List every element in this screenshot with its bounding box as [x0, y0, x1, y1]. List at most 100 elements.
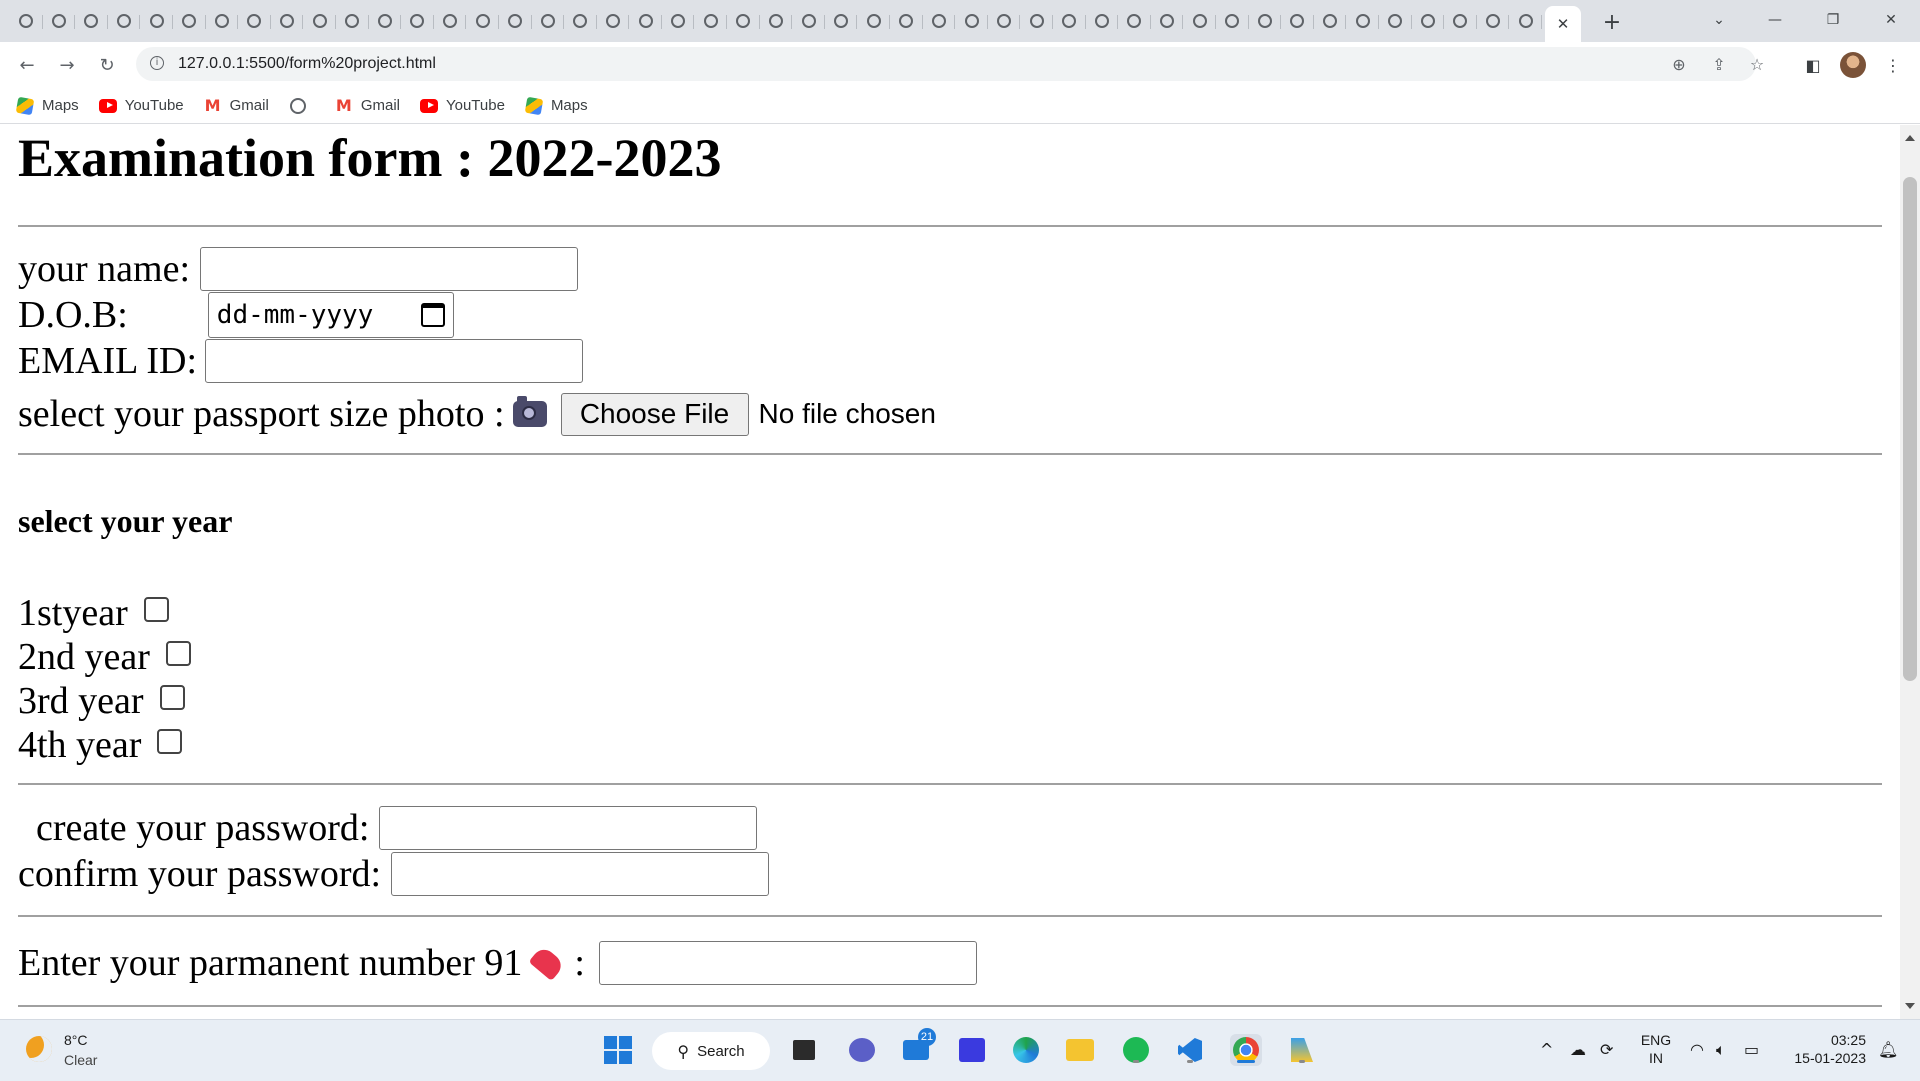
scroll-up-icon[interactable] [1905, 135, 1915, 141]
browser-tab[interactable] [1281, 7, 1314, 35]
year-checkbox-2[interactable] [165, 640, 191, 666]
chrome-button[interactable] [1230, 1034, 1262, 1066]
browser-tab[interactable] [401, 7, 434, 35]
site-info-icon[interactable]: i [150, 56, 164, 70]
volume-icon[interactable]: 🔈︎ [1716, 1040, 1726, 1060]
onedrive-cloud-icon[interactable]: ☁ [1570, 1040, 1586, 1059]
browser-tab[interactable] [434, 7, 467, 35]
browser-tab[interactable] [955, 7, 988, 35]
weather-moon-icon[interactable] [26, 1036, 52, 1062]
browser-tab[interactable] [760, 7, 793, 35]
browser-tab[interactable] [140, 7, 173, 35]
browser-tab[interactable] [532, 7, 565, 35]
side-panel-icon[interactable]: ◧ [1800, 52, 1826, 78]
url-text[interactable]: 127.0.0.1:5500/form%20project.html [178, 55, 436, 73]
browser-tab[interactable] [271, 7, 304, 35]
browser-tab[interactable] [369, 7, 402, 35]
edge-button[interactable] [1010, 1034, 1042, 1066]
year-checkbox-4[interactable] [157, 728, 183, 754]
browser-tab[interactable] [1053, 7, 1086, 35]
browser-tab[interactable] [857, 7, 890, 35]
browser-tab[interactable] [825, 7, 858, 35]
share-icon[interactable]: ⇪ [1708, 53, 1730, 75]
wifi-icon[interactable]: ◠ [1690, 1040, 1704, 1059]
browser-tab[interactable] [1477, 7, 1510, 35]
app-button[interactable] [956, 1034, 988, 1066]
phone-input[interactable] [598, 941, 977, 985]
confirm-password-input[interactable] [391, 852, 770, 896]
clock[interactable]: 03:25 15-01-2023 [1790, 1032, 1866, 1066]
browser-tab[interactable] [336, 7, 369, 35]
choose-file-button[interactable]: Choose File [560, 392, 749, 436]
spotify-button[interactable] [1120, 1034, 1152, 1066]
start-button[interactable] [602, 1034, 634, 1066]
browser-tab[interactable] [988, 7, 1021, 35]
browser-tab[interactable] [10, 7, 43, 35]
menu-kebab-icon[interactable]: ⋮ [1880, 52, 1906, 78]
bookmark-item[interactable]: M Gmail [204, 96, 269, 115]
reload-button[interactable]: ↻ [92, 50, 122, 80]
browser-tab[interactable] [629, 7, 662, 35]
create-password-input[interactable] [379, 806, 758, 850]
sync-icon[interactable]: ⟳ [1600, 1040, 1613, 1059]
bookmark-star-icon[interactable]: ☆ [1746, 53, 1768, 75]
browser-tab[interactable] [1444, 7, 1477, 35]
app-button-2[interactable] [1286, 1034, 1318, 1066]
year-checkbox-3[interactable] [159, 684, 185, 710]
restore-button[interactable]: ❐ [1810, 6, 1856, 34]
browser-tab[interactable] [792, 7, 825, 35]
browser-tab[interactable] [303, 7, 336, 35]
year-checkbox-1[interactable] [143, 596, 169, 622]
browser-tab[interactable] [43, 7, 76, 35]
scrollbar-thumb[interactable] [1903, 177, 1917, 681]
scroll-down-icon[interactable] [1905, 1003, 1915, 1009]
notifications-icon[interactable]: 🔔︎ [1878, 1040, 1898, 1059]
browser-tab[interactable] [564, 7, 597, 35]
browser-tab[interactable] [662, 7, 695, 35]
file-explorer-button[interactable] [1064, 1034, 1096, 1066]
bookmark-item[interactable] [289, 97, 315, 115]
browser-tab[interactable] [694, 7, 727, 35]
browser-tab[interactable] [1151, 7, 1184, 35]
forward-button[interactable]: → [52, 50, 82, 80]
browser-tab[interactable] [597, 7, 630, 35]
browser-tab[interactable] [923, 7, 956, 35]
calendar-icon[interactable] [420, 303, 445, 327]
close-window-button[interactable]: ✕ [1868, 6, 1914, 34]
new-tab-button[interactable]: + [1598, 8, 1626, 36]
back-button[interactable]: ← [12, 50, 42, 80]
browser-tab[interactable] [890, 7, 923, 35]
tab-search-button[interactable]: ⌄ [1696, 6, 1742, 34]
show-hidden-icons-chevron-icon[interactable]: ^ [1540, 1040, 1553, 1059]
browser-tab[interactable] [75, 7, 108, 35]
profile-avatar[interactable] [1840, 52, 1866, 78]
teams-chat-button[interactable] [846, 1034, 878, 1066]
browser-tab[interactable] [1412, 7, 1445, 35]
browser-tab[interactable] [1249, 7, 1282, 35]
dob-date-input[interactable]: dd-mm-yyyy [207, 292, 454, 338]
battery-icon[interactable]: ▭ [1744, 1040, 1759, 1059]
browser-tab[interactable] [1086, 7, 1119, 35]
task-view-button[interactable] [788, 1034, 820, 1066]
page-scrollbar[interactable] [1900, 125, 1920, 1019]
email-input[interactable] [205, 339, 584, 383]
browser-tab[interactable] [466, 7, 499, 35]
browser-tab[interactable] [173, 7, 206, 35]
browser-tab[interactable] [206, 7, 239, 35]
address-bar[interactable]: i 127.0.0.1:5500/form%20project.html ⊕ ⇪… [136, 47, 1764, 81]
browser-tab[interactable] [727, 7, 760, 35]
language-indicator[interactable]: ENG IN [1640, 1032, 1672, 1066]
vscode-button[interactable] [1174, 1034, 1206, 1066]
browser-tab[interactable] [238, 7, 271, 35]
mail-button[interactable]: 21 [900, 1028, 936, 1066]
close-tab-icon[interactable]: ✕ [1557, 15, 1570, 33]
bookmark-item[interactable]: Maps [524, 96, 588, 115]
browser-tab[interactable] [1216, 7, 1249, 35]
browser-tab[interactable] [1346, 7, 1379, 35]
bookmark-item[interactable]: M Gmail [335, 96, 400, 115]
minimize-button[interactable]: — [1752, 6, 1798, 34]
browser-tab[interactable] [1183, 7, 1216, 35]
browser-tab[interactable] [499, 7, 532, 35]
browser-tab[interactable] [1314, 7, 1347, 35]
name-input[interactable] [200, 247, 579, 291]
